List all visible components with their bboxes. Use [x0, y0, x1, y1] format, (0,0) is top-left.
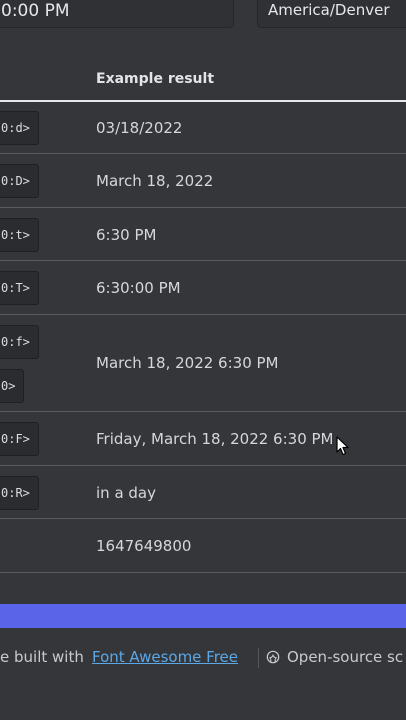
time-input[interactable]: 0:00 PM: [0, 0, 234, 28]
format-code[interactable]: 0:R>: [0, 476, 39, 510]
font-awesome-link[interactable]: Font Awesome Free: [92, 648, 238, 666]
time-input-value: 0:00 PM: [1, 1, 70, 21]
table-row: 0:t> 6:30 PM: [0, 208, 406, 261]
table-row: 0:D> March 18, 2022: [0, 154, 406, 208]
example-result: 6:30 PM: [96, 226, 157, 244]
table-row: 0:T> 6:30:00 PM: [0, 261, 406, 315]
footer-text: e built with: [0, 648, 84, 666]
accent-bar: [0, 604, 406, 628]
format-code[interactable]: 0:D>: [0, 164, 39, 198]
example-result: March 18, 2022: [96, 172, 214, 190]
example-result: Friday, March 18, 2022 6:30 PM: [96, 430, 334, 448]
footer: e built with Font Awesome Free Open-sour…: [0, 648, 406, 670]
example-result: 6:30:00 PM: [96, 279, 181, 297]
format-code-secondary[interactable]: 0>: [0, 369, 25, 403]
table-header: Example result: [0, 60, 406, 102]
table-row: 0:d> 03/18/2022: [0, 101, 406, 154]
table-row: 1647649800: [0, 519, 406, 573]
table-row: 0:f> 0> March 18, 2022 6:30 PM: [0, 315, 406, 412]
example-result-header: Example result: [96, 71, 215, 87]
mouse-cursor-icon: [336, 436, 349, 456]
format-code[interactable]: 0:f>: [0, 325, 39, 359]
format-code[interactable]: 0:t>: [0, 218, 39, 252]
example-result: in a day: [96, 484, 156, 502]
github-icon: [266, 650, 280, 664]
format-code[interactable]: 0:T>: [0, 271, 39, 305]
open-source-link[interactable]: Open-source sc: [287, 648, 403, 666]
footer-divider: [258, 648, 259, 668]
table-row: 0:R> in a day: [0, 466, 406, 519]
format-code[interactable]: 0:d>: [0, 111, 39, 145]
example-result: 03/18/2022: [96, 119, 183, 137]
example-result: March 18, 2022 6:30 PM: [96, 354, 279, 372]
format-code[interactable]: 0:F>: [0, 422, 39, 456]
timezone-select-value: America/Denver: [268, 1, 390, 19]
example-result: 1647649800: [96, 537, 192, 555]
timestamp-page: 0:00 PM America/Denver Example result 0:…: [0, 0, 406, 720]
timezone-select[interactable]: America/Denver: [257, 0, 406, 28]
